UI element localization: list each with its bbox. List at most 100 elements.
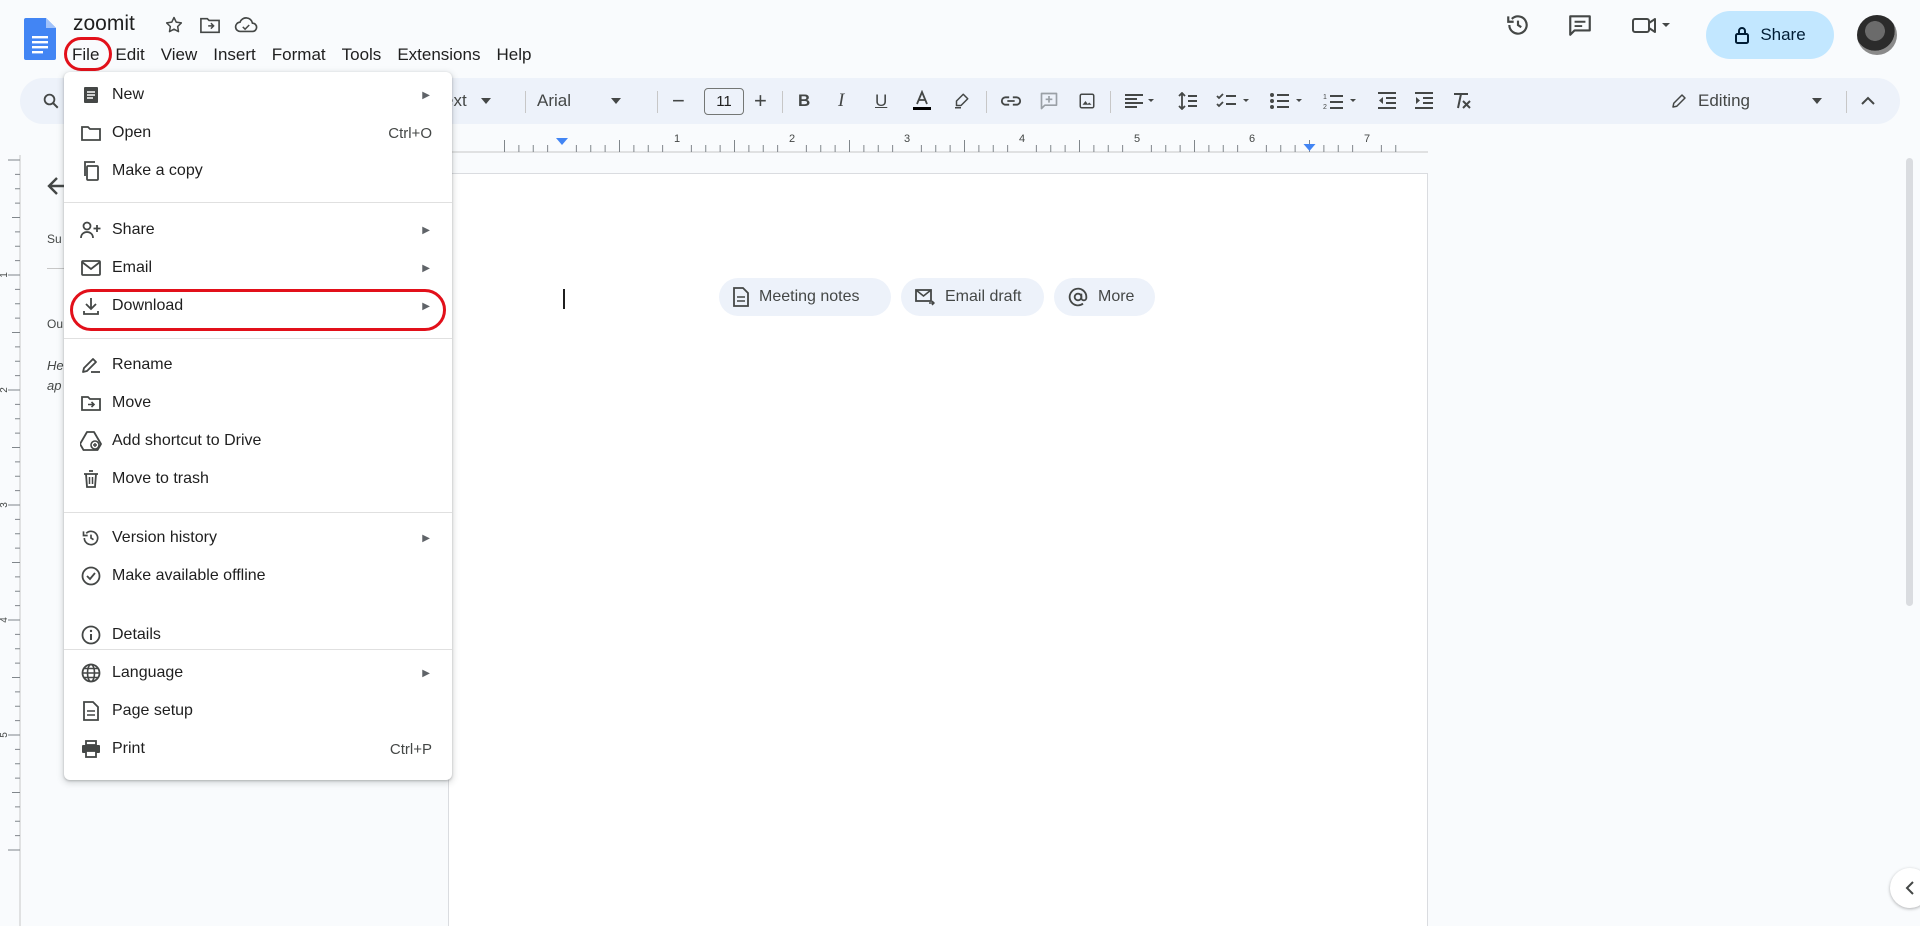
increase-indent-icon[interactable] — [1414, 78, 1434, 124]
cloud-saved-icon[interactable] — [234, 13, 258, 37]
chip-email-draft[interactable]: Email draft — [901, 278, 1044, 316]
file-menu-item-make-available-offline[interactable]: Make available offline — [64, 559, 452, 593]
menu-view[interactable]: View — [153, 44, 206, 66]
menu-item-label: New — [112, 86, 145, 103]
right-indent-marker[interactable] — [1303, 144, 1316, 151]
share-button[interactable]: Share — [1706, 11, 1834, 59]
menu-item-label: Print — [112, 740, 145, 757]
vertical-ruler-label: 2 — [0, 387, 10, 393]
menu-item-label: Make available offline — [112, 567, 266, 584]
menu-file[interactable]: File — [64, 44, 107, 66]
menu-format[interactable]: Format — [264, 44, 334, 66]
ruler-label: 1 — [674, 133, 680, 145]
underline-icon[interactable]: U — [875, 78, 887, 124]
bulleted-list-icon[interactable] — [1269, 78, 1307, 124]
file-menu-item-language[interactable]: Language ▶ — [64, 656, 452, 690]
file-menu-item-email[interactable]: Email ▶ — [64, 251, 452, 285]
file-menu-item-add-shortcut-to-drive[interactable]: Add shortcut to Drive — [64, 424, 452, 458]
menu-bar: File Edit View Insert Format Tools Exten… — [64, 44, 539, 66]
hide-menus-icon[interactable] — [1861, 78, 1875, 124]
file-menu-item-move[interactable]: Move — [64, 386, 452, 420]
globe-icon — [80, 662, 102, 684]
file-menu-item-rename[interactable]: Rename — [64, 348, 452, 382]
version-history-icon[interactable] — [1503, 10, 1533, 40]
editing-mode-select[interactable]: Editing — [1670, 78, 1822, 124]
menu-tools[interactable]: Tools — [334, 44, 390, 66]
meet-video-icon[interactable] — [1630, 10, 1676, 40]
document-icon — [733, 287, 749, 307]
clear-formatting-icon[interactable] — [1452, 78, 1472, 124]
increase-font-size-button[interactable]: + — [754, 78, 767, 124]
chevron-down-icon — [480, 98, 491, 104]
menu-extensions[interactable]: Extensions — [389, 44, 488, 66]
chip-label: Email draft — [945, 288, 1022, 305]
file-menu-item-download[interactable]: Download ▶ — [64, 289, 452, 323]
decrease-indent-icon[interactable] — [1377, 78, 1397, 124]
chip-more[interactable]: More — [1054, 278, 1155, 316]
menu-insert[interactable]: Insert — [205, 44, 264, 66]
file-menu-item-version-history[interactable]: Version history ▶ — [64, 521, 452, 555]
bold-icon[interactable]: B — [798, 78, 810, 124]
avatar[interactable] — [1857, 15, 1897, 55]
left-indent-marker[interactable] — [556, 138, 568, 145]
font-size-input[interactable]: 11 — [704, 88, 744, 115]
file-menu-item-share[interactable]: Share ▶ — [64, 213, 452, 247]
file-menu-item-page-setup[interactable]: Page setup — [64, 694, 452, 728]
search-menus-icon[interactable] — [42, 78, 60, 124]
ruler-label: 3 — [904, 133, 910, 145]
document-title[interactable]: zoomit — [73, 12, 135, 36]
horizontal-ruler[interactable]: 1 2 3 4 5 6 7 — [447, 132, 1428, 154]
editing-mode-label: Editing — [1698, 91, 1750, 110]
move-folder-icon — [80, 392, 102, 414]
submenu-arrow-icon: ▶ — [422, 262, 430, 274]
decrease-font-size-button[interactable]: − — [672, 78, 685, 124]
italic-icon[interactable]: I — [838, 78, 844, 124]
add-comment-icon[interactable] — [1039, 78, 1059, 124]
line-spacing-icon[interactable] — [1176, 78, 1198, 124]
font-family-label: Arial — [537, 91, 572, 110]
menu-item-label: Share — [112, 221, 155, 238]
page-setup-icon — [80, 700, 102, 722]
numbered-list-icon[interactable]: 12 — [1323, 78, 1361, 124]
comments-icon[interactable] — [1565, 10, 1595, 40]
menu-item-label: Version history — [112, 529, 217, 546]
menu-item-label: Download — [112, 297, 184, 314]
docs-logo-icon[interactable] — [24, 18, 56, 60]
text-color-icon[interactable] — [912, 78, 932, 124]
highlight-color-icon[interactable] — [952, 78, 970, 124]
menu-item-label: Make a copy — [112, 162, 203, 179]
menu-help[interactable]: Help — [488, 44, 539, 66]
vertical-scrollbar[interactable] — [1906, 158, 1913, 606]
file-menu-item-move-to-trash[interactable]: Move to trash — [64, 462, 452, 496]
menu-item-label: Email — [112, 259, 153, 276]
menu-separator — [64, 512, 452, 513]
file-menu-item-details[interactable]: Details — [64, 618, 452, 652]
share-button-label: Share — [1760, 25, 1806, 44]
insert-image-icon[interactable] — [1078, 78, 1096, 124]
copy-icon — [80, 160, 102, 182]
checklist-icon[interactable] — [1216, 78, 1254, 124]
menu-separator — [64, 649, 452, 650]
star-icon[interactable] — [162, 13, 186, 37]
lock-icon — [1735, 27, 1750, 44]
submenu-arrow-icon: ▶ — [422, 532, 430, 544]
file-menu-item-new[interactable]: New ▶ — [64, 78, 452, 112]
at-sign-icon — [1068, 287, 1088, 307]
menu-edit[interactable]: Edit — [107, 44, 152, 66]
font-family-select[interactable]: Arial — [537, 78, 622, 124]
align-left-icon[interactable] — [1124, 78, 1156, 124]
chip-meeting-notes[interactable]: Meeting notes — [719, 278, 891, 316]
folder-open-icon — [80, 122, 102, 144]
menu-item-shortcut: Ctrl+P — [389, 740, 432, 758]
outline-hint-line2: ap — [47, 378, 62, 393]
menu-item-shortcut: Ctrl+O — [388, 124, 432, 142]
menu-item-label: Language — [112, 664, 184, 681]
trash-icon — [80, 468, 102, 490]
file-menu-item-open[interactable]: Open Ctrl+O — [64, 116, 452, 150]
file-menu-item-make-a-copy[interactable]: Make a copy — [64, 154, 452, 188]
vertical-ruler[interactable]: 1 2 3 4 5 — [0, 155, 22, 926]
side-panel-expand-button[interactable] — [1890, 868, 1920, 908]
insert-link-icon[interactable] — [1000, 78, 1022, 124]
move-folder-icon[interactable] — [198, 13, 222, 37]
file-menu-item-print[interactable]: Print Ctrl+P — [64, 732, 452, 766]
